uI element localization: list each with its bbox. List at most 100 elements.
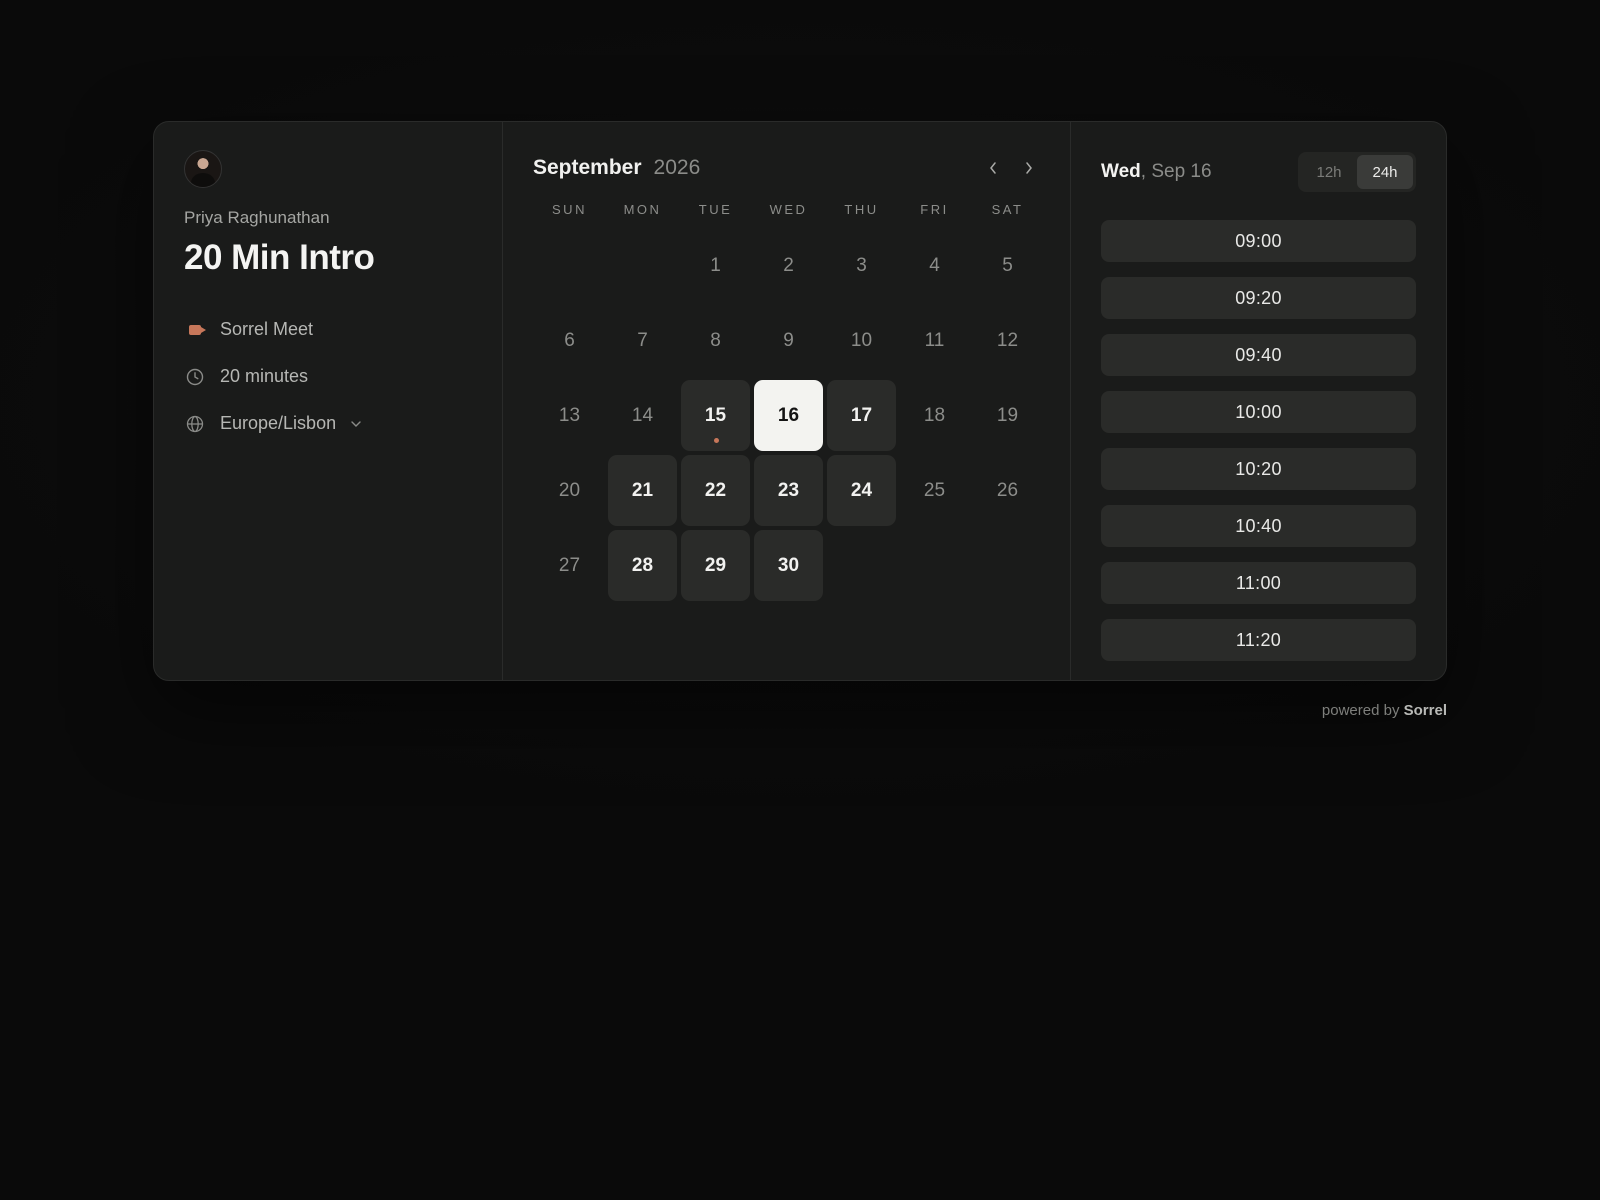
day-number: 11 xyxy=(924,329,945,351)
calendar-day-available[interactable]: 30 xyxy=(752,528,825,603)
day-grid: 1 2 3 4 5 6 7 8 9 10 11 12 13 14 15 16 17 18 19 20 21 22 23 24 2… xyxy=(533,228,1040,603)
weekday-label: SAT xyxy=(991,202,1024,217)
clock-icon xyxy=(184,366,206,388)
calendar-day: 7 xyxy=(606,303,679,378)
year-label: 2026 xyxy=(653,156,701,179)
next-month-button[interactable] xyxy=(1018,157,1040,179)
today-indicator xyxy=(713,438,719,443)
day-number: 19 xyxy=(996,404,1019,426)
day-number: 22 xyxy=(704,479,727,501)
calendar-day: 1 xyxy=(679,228,752,303)
calendar-day: 12 xyxy=(971,303,1044,378)
day-number: 5 xyxy=(1002,254,1013,276)
day-number: 14 xyxy=(631,404,654,426)
calendar-day-available[interactable]: 15 xyxy=(679,378,752,453)
calendar-day-selected[interactable]: 16 xyxy=(752,378,825,453)
calendar-day-available[interactable]: 28 xyxy=(606,528,679,603)
calendar-day-available[interactable]: 23 xyxy=(752,453,825,528)
selected-day-date: , Sep 16 xyxy=(1140,161,1212,182)
selected-date-label: Wed, Sep 16 xyxy=(1101,161,1212,183)
calendar-day: 4 xyxy=(898,228,971,303)
time-slot-button[interactable]: 09:00 xyxy=(1101,220,1416,262)
calendar-day: 19 xyxy=(971,378,1044,453)
month-nav xyxy=(982,157,1040,179)
weekday-label: THU xyxy=(844,202,879,217)
calendar-day-available[interactable]: 24 xyxy=(825,453,898,528)
calendar-day: 27 xyxy=(533,528,606,603)
time-slot-button[interactable]: 11:20 xyxy=(1101,619,1416,661)
weekday-label: SUN xyxy=(552,202,587,217)
day-number: 29 xyxy=(704,554,727,576)
day-number: 2 xyxy=(783,254,794,276)
weekday-label: WED xyxy=(769,202,808,217)
day-number: 21 xyxy=(631,479,654,501)
calendar-day-available[interactable]: 22 xyxy=(679,453,752,528)
calendar-day: 6 xyxy=(533,303,606,378)
day-number: 4 xyxy=(929,254,940,276)
empty-cell xyxy=(606,228,679,303)
time-slot-button[interactable]: 10:20 xyxy=(1101,448,1416,490)
video-camera-icon xyxy=(184,319,206,341)
calendar-day: 11 xyxy=(898,303,971,378)
weekday-label: FRI xyxy=(920,202,949,217)
day-number: 7 xyxy=(637,329,648,351)
duration-label: 20 minutes xyxy=(220,366,309,386)
chevron-right-icon xyxy=(1026,162,1032,174)
event-title: 20 Min Intro xyxy=(184,238,375,277)
day-number: 9 xyxy=(783,329,794,351)
calendar-day: 2 xyxy=(752,228,825,303)
calendar-day: 10 xyxy=(825,303,898,378)
calendar-day: 25 xyxy=(898,453,971,528)
location-label: Sorrel Meet xyxy=(220,319,314,339)
calendar-day-available[interactable]: 17 xyxy=(825,378,898,453)
calendar-day: 3 xyxy=(825,228,898,303)
day-number: 25 xyxy=(923,479,946,501)
weekday-label: MON xyxy=(623,202,662,217)
calendar-day: 18 xyxy=(898,378,971,453)
timezone-selector[interactable]: Europe/Lisbon xyxy=(184,400,472,447)
booking-card: Priya Raghunathan 20 Min Intro Sorrel Me… xyxy=(153,121,1447,681)
event-info-panel: Priya Raghunathan 20 Min Intro Sorrel Me… xyxy=(154,122,503,680)
prev-month-button[interactable] xyxy=(982,157,1004,179)
selected-day-name: Wed xyxy=(1101,161,1141,182)
day-number: 23 xyxy=(777,479,800,501)
day-number: 3 xyxy=(856,254,867,276)
calendar-day: 26 xyxy=(971,453,1044,528)
calendar-day-available[interactable]: 21 xyxy=(606,453,679,528)
time-slot-button[interactable]: 11:00 xyxy=(1101,562,1416,604)
brand-name[interactable]: Sorrel xyxy=(1404,702,1447,719)
chevron-down-icon xyxy=(350,417,362,431)
calendar-day-available[interactable]: 29 xyxy=(679,528,752,603)
time-slot-list: 09:00 09:20 09:40 10:00 10:20 10:40 11:00 11:20 xyxy=(1101,220,1416,661)
timezone-label: Europe/Lisbon xyxy=(220,413,337,433)
day-number: 28 xyxy=(631,554,654,576)
format-12h-button[interactable]: 12h xyxy=(1301,155,1357,189)
calendar-day: 9 xyxy=(752,303,825,378)
day-number: 6 xyxy=(564,329,575,351)
day-number: 13 xyxy=(558,404,581,426)
duration-row: 20 minutes xyxy=(184,353,472,400)
day-number: 10 xyxy=(850,329,873,351)
calendar-header: September 2026 xyxy=(533,152,1040,184)
day-number: 20 xyxy=(558,479,581,501)
day-number: 16 xyxy=(777,404,800,426)
format-24h-button[interactable]: 24h xyxy=(1357,155,1413,189)
empty-cell xyxy=(533,228,606,303)
time-slot-button[interactable]: 10:40 xyxy=(1101,505,1416,547)
time-format-toggle: 12h 24h xyxy=(1298,152,1416,192)
calendar-day: 5 xyxy=(971,228,1044,303)
calendar-panel: September 2026 SUN MON TUE WED THU FRI SAT 123… xyxy=(503,122,1071,680)
day-number: 18 xyxy=(923,404,946,426)
day-number: 27 xyxy=(558,554,581,576)
weekday-header: SUN MON TUE WED THU FRI SAT xyxy=(533,202,1040,222)
time-slot-button[interactable]: 10:00 xyxy=(1101,391,1416,433)
day-number: 15 xyxy=(704,404,727,426)
powered-by: powered by Sorrel xyxy=(1322,702,1447,719)
globe-icon xyxy=(184,413,206,435)
powered-by-prefix: powered by xyxy=(1321,702,1400,719)
time-slot-button[interactable]: 09:40 xyxy=(1101,334,1416,376)
day-number: 8 xyxy=(710,329,721,351)
chevron-left-icon xyxy=(990,162,996,174)
day-number: 30 xyxy=(777,554,800,576)
time-slot-button[interactable]: 09:20 xyxy=(1101,277,1416,319)
